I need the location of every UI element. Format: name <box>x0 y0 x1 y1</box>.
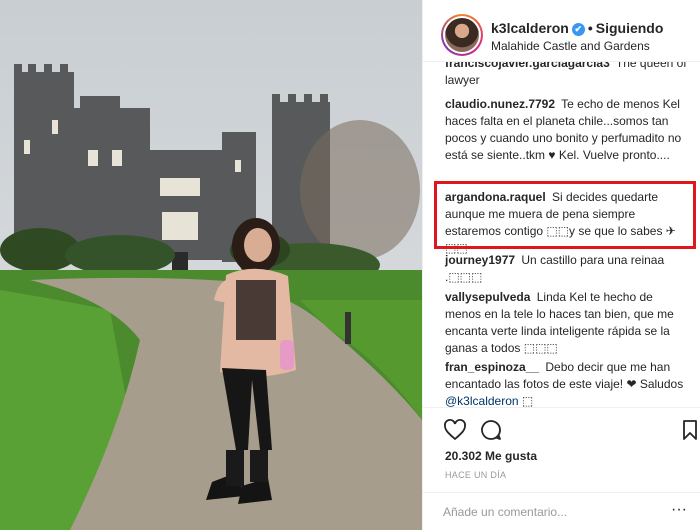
comment-username[interactable]: franciscojavier.garciagarcia3 <box>445 62 610 70</box>
post-header: k3lcalderon ✔ • Siguiendo Malahide Castle a… <box>423 0 700 62</box>
comment-tail: ⬚ <box>521 394 534 407</box>
comments-list[interactable]: franciscojavier.garciagarcia3 The queen … <box>423 62 700 407</box>
avatar[interactable] <box>441 14 483 56</box>
comment-item: claudio.nunez.7792 Te echo de menos Kel … <box>445 96 691 164</box>
more-options-icon[interactable]: ··· <box>671 501 687 519</box>
comment-bubble-icon[interactable] <box>479 418 503 442</box>
location-link[interactable]: Malahide Castle and Gardens <box>491 39 650 53</box>
header-user-line: k3lcalderon ✔ • Siguiendo <box>491 20 663 36</box>
comment-username[interactable]: fran_espinoza__ <box>445 360 539 374</box>
following-button[interactable]: Siguiendo <box>596 20 664 36</box>
username-link[interactable]: k3lcalderon <box>491 20 569 36</box>
verified-badge-icon: ✔ <box>571 23 585 36</box>
comment-item: journey1977 Un castillo para una reinaa … <box>445 252 691 286</box>
post-sidebar: k3lcalderon ✔ • Siguiendo Malahide Castle a… <box>422 0 700 530</box>
post-timestamp[interactable]: HACE UN DÍA <box>445 470 506 480</box>
likes-count[interactable]: 20.302 Me gusta <box>445 449 537 463</box>
post-actions: 20.302 Me gusta HACE UN DÍA ··· <box>423 407 700 530</box>
comment-item: vallysepulveda Linda Kel te hecho de men… <box>445 289 691 357</box>
add-comment-bar: ··· <box>423 492 700 530</box>
bookmark-icon[interactable] <box>678 418 700 442</box>
comment-item: fran_espinoza__ Debo decir que me han en… <box>445 359 691 407</box>
comment-username[interactable]: argandona.raquel <box>445 190 546 204</box>
comment-item: franciscojavier.garciagarcia3 The queen … <box>445 62 691 89</box>
comment-mention-link[interactable]: @k3lcalderon <box>445 394 519 407</box>
comment-username[interactable]: journey1977 <box>445 253 515 267</box>
comment-username[interactable]: vallysepulveda <box>445 290 530 304</box>
add-comment-input[interactable] <box>443 503 663 521</box>
comment-username[interactable]: claudio.nunez.7792 <box>445 97 555 111</box>
separator-dot: • <box>587 20 593 36</box>
castle-photo-illustration <box>0 0 422 530</box>
post-photo <box>0 0 422 530</box>
heart-outline-icon[interactable] <box>443 418 467 442</box>
comment-item: argandona.raquel Si decides quedarte aun… <box>445 189 691 257</box>
